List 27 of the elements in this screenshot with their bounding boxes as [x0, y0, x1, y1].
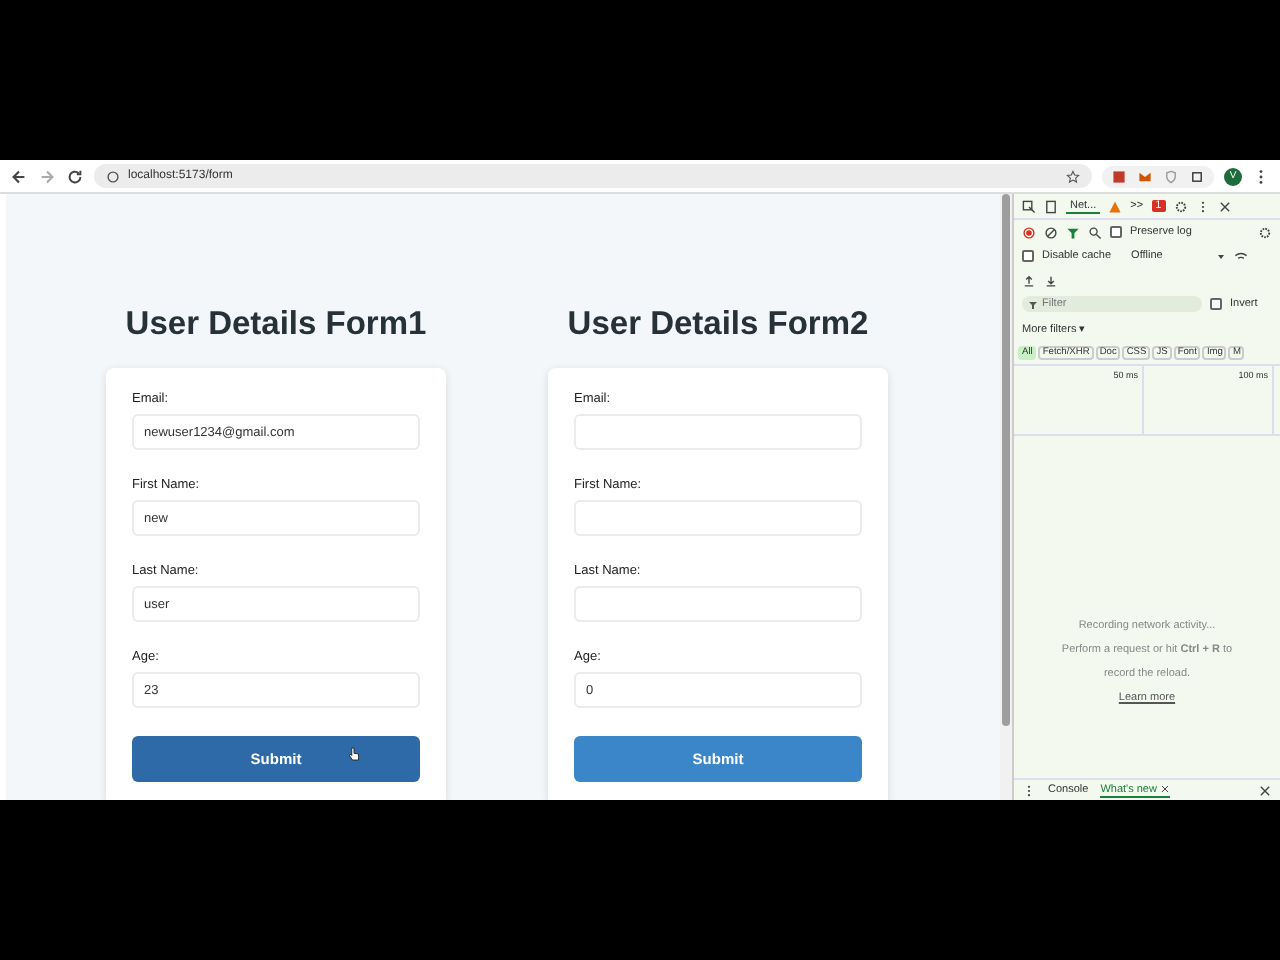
scrollbar[interactable]	[1000, 194, 1012, 800]
checkbox[interactable]	[1022, 250, 1034, 262]
caret-icon	[1215, 251, 1226, 261]
hand-cursor-icon	[348, 746, 360, 762]
kebab-menu-icon[interactable]	[1022, 783, 1036, 797]
search-icon[interactable]	[1088, 225, 1102, 239]
download-icon[interactable]	[1044, 273, 1058, 287]
clear-icon[interactable]	[1044, 225, 1058, 239]
reload-icon[interactable]	[66, 167, 84, 185]
filter-icon	[1028, 299, 1038, 309]
filter-icon[interactable]	[1066, 225, 1080, 239]
star-icon[interactable]	[1066, 169, 1080, 183]
site-info-icon	[106, 169, 120, 183]
close-icon[interactable]	[1217, 199, 1232, 213]
device-icon[interactable]	[1044, 199, 1058, 213]
checkbox[interactable]	[1110, 226, 1122, 238]
wifi-settings-icon[interactable]	[1233, 249, 1248, 263]
close-icon[interactable]	[1160, 784, 1171, 794]
form-title: User Details Form2	[567, 306, 869, 344]
inspect-icon[interactable]	[1022, 199, 1036, 213]
checkbox[interactable]	[1210, 298, 1222, 310]
record-icon[interactable]	[1022, 225, 1036, 239]
form-title: User Details Form1	[125, 306, 427, 344]
warning-icon	[1108, 199, 1123, 213]
back-icon[interactable]	[10, 167, 28, 185]
close-icon[interactable]	[1258, 783, 1272, 797]
upload-icon[interactable]	[1022, 273, 1036, 287]
